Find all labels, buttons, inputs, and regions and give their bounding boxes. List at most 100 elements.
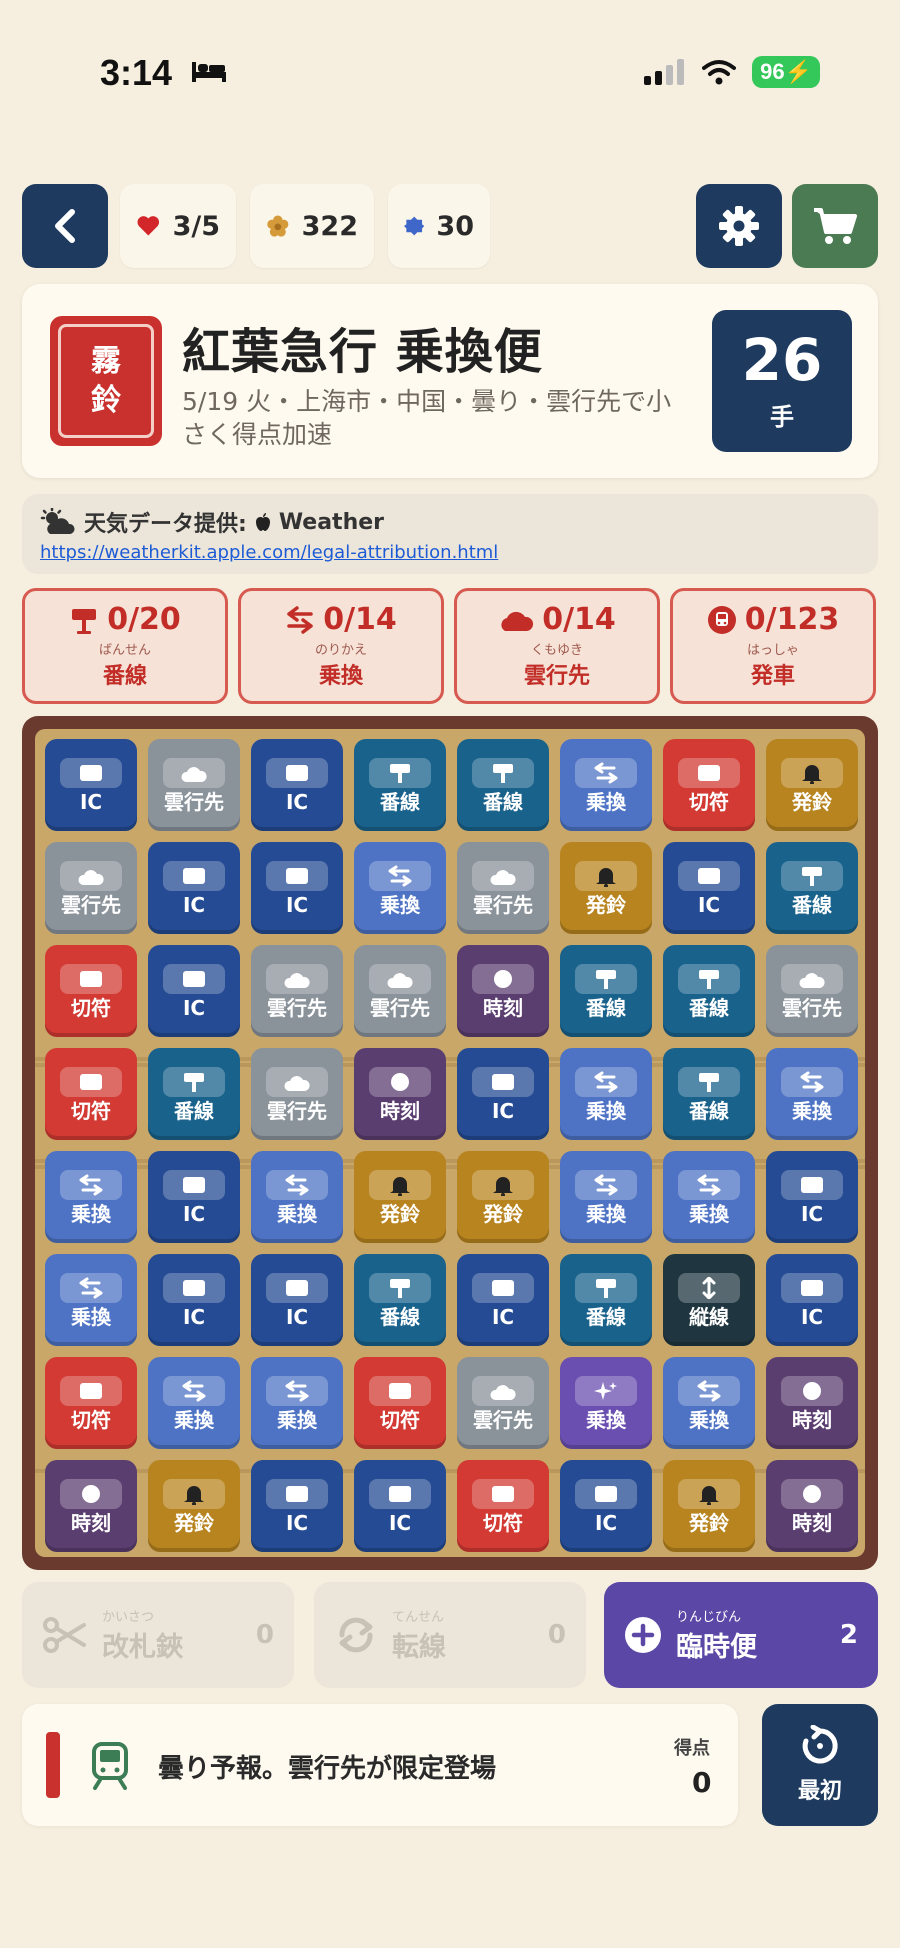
tile-bell[interactable]: 発鈴 [457, 1151, 549, 1243]
tile-plat[interactable]: 番線 [354, 739, 446, 831]
tile-cloud[interactable]: 雲行先 [148, 739, 240, 831]
tile-plat[interactable]: 番線 [354, 1254, 446, 1346]
tile-ic[interactable]: IC [766, 1151, 858, 1243]
tile-xfer[interactable]: 乗換 [766, 1048, 858, 1140]
tile-cloud[interactable]: 雲行先 [354, 945, 446, 1037]
tile-xfer[interactable]: 乗換 [663, 1357, 755, 1449]
tile-ic[interactable]: IC [457, 1048, 549, 1140]
tile-clock[interactable]: 時刻 [354, 1048, 446, 1140]
tile-label: 番線 [380, 1305, 420, 1329]
transfer-icon [266, 1376, 328, 1406]
tile-ticket[interactable]: 切符 [45, 945, 137, 1037]
tile-xfer[interactable]: 乗換 [148, 1357, 240, 1449]
tile-clock[interactable]: 時刻 [766, 1357, 858, 1449]
signpost-icon [678, 964, 740, 994]
heart-icon [137, 216, 160, 236]
tile-bell[interactable]: 発鈴 [148, 1460, 240, 1552]
tile-plat[interactable]: 番線 [560, 1254, 652, 1346]
tile-ic[interactable]: IC [45, 739, 137, 831]
tile-cloud[interactable]: 雲行先 [251, 945, 343, 1037]
goal-progress: 0/20 [107, 602, 181, 637]
tile-label: 切符 [71, 1408, 111, 1432]
plus-icon [625, 1617, 661, 1653]
settings-button[interactable] [696, 184, 782, 268]
tile-ticket[interactable]: 切符 [45, 1357, 137, 1449]
tile-xfer[interactable]: 乗換 [560, 1048, 652, 1140]
goal-platform: 0/20 ばんせん 番線 [22, 588, 228, 704]
tile-spark[interactable]: 乗換 [560, 1357, 652, 1449]
tile-label: IC [491, 1099, 515, 1123]
tile-label: 番線 [586, 1305, 626, 1329]
coins-counter[interactable]: 322 [250, 184, 374, 268]
powerup-count: 0 [255, 1620, 274, 1650]
tile-ic[interactable]: IC [457, 1254, 549, 1346]
powerup-extra-train[interactable]: りんじびん 臨時便 2 [604, 1582, 878, 1688]
tile-label: 切符 [71, 996, 111, 1020]
tile-ic[interactable]: IC [251, 842, 343, 934]
back-button[interactable] [22, 184, 108, 268]
tile-cloud[interactable]: 雲行先 [766, 945, 858, 1037]
tile-ic[interactable]: IC [148, 945, 240, 1037]
gems-counter[interactable]: 30 [388, 184, 490, 268]
tile-label: 乗換 [174, 1408, 214, 1432]
tile-plat[interactable]: 番線 [457, 739, 549, 831]
tile-ic[interactable]: IC [148, 842, 240, 934]
shop-button[interactable] [792, 184, 878, 268]
tile-bell[interactable]: 発鈴 [354, 1151, 446, 1243]
tile-cloud[interactable]: 雲行先 [457, 842, 549, 934]
tile-xfer[interactable]: 乗換 [663, 1151, 755, 1243]
tile-clock[interactable]: 時刻 [457, 945, 549, 1037]
tile-ticket[interactable]: 切符 [45, 1048, 137, 1140]
tile-ic[interactable]: IC [148, 1254, 240, 1346]
tile-plat[interactable]: 番線 [766, 842, 858, 934]
powerup-ticket-punch[interactable]: かいさつ 改札鋏 0 [22, 1582, 294, 1688]
tile-clock[interactable]: 時刻 [766, 1460, 858, 1552]
tile-xfer[interactable]: 乗換 [354, 842, 446, 934]
tile-cloud[interactable]: 雲行先 [251, 1048, 343, 1140]
hearts-counter[interactable]: 3/5 [120, 184, 236, 268]
tile-ic[interactable]: IC [354, 1460, 446, 1552]
tile-ic[interactable]: IC [251, 739, 343, 831]
tile-ticket[interactable]: 切符 [354, 1357, 446, 1449]
coins-value: 322 [301, 210, 358, 242]
cloud-icon [501, 611, 534, 631]
tile-ic[interactable]: IC [560, 1460, 652, 1552]
cloud-icon [472, 1376, 534, 1406]
tile-plat[interactable]: 番線 [148, 1048, 240, 1140]
tile-bell[interactable]: 発鈴 [663, 1460, 755, 1552]
tile-cloud[interactable]: 雲行先 [45, 842, 137, 934]
ic-card-icon [472, 1067, 534, 1097]
tile-xfer[interactable]: 乗換 [251, 1151, 343, 1243]
tile-bell[interactable]: 発鈴 [560, 842, 652, 934]
restart-button[interactable]: 最初 [762, 1704, 878, 1826]
tile-label: 縦線 [689, 1305, 729, 1329]
tile-cloud[interactable]: 雲行先 [457, 1357, 549, 1449]
tile-ic[interactable]: IC [148, 1151, 240, 1243]
weather-legal-link[interactable]: https://weatherkit.apple.com/legal-attri… [40, 542, 498, 563]
message-bar: 曇り予報。雲行先が限定登場 得点 0 [22, 1704, 738, 1826]
tile-grid: IC 雲行先 IC 番線 番線 乗換 切符 発鈴 雲行先 IC IC 乗換 雲行先 発鈴 IC 番線 切符 IC 雲… [45, 739, 858, 1552]
tile-ic[interactable]: IC [766, 1254, 858, 1346]
tile-xfer[interactable]: 乗換 [45, 1254, 137, 1346]
tile-ticket[interactable]: 切符 [457, 1460, 549, 1552]
tile-ic[interactable]: IC [663, 842, 755, 934]
tile-plat[interactable]: 番線 [560, 945, 652, 1037]
tile-plat[interactable]: 番線 [663, 1048, 755, 1140]
tile-ic[interactable]: IC [251, 1460, 343, 1552]
tile-ic[interactable]: IC [251, 1254, 343, 1346]
powerup-track-switch[interactable]: てんせん 転線 0 [314, 1582, 586, 1688]
tile-vert[interactable]: 縦線 [663, 1254, 755, 1346]
signpost-icon [369, 758, 431, 788]
tile-xfer[interactable]: 乗換 [560, 1151, 652, 1243]
tile-plat[interactable]: 番線 [663, 945, 755, 1037]
tile-xfer[interactable]: 乗換 [45, 1151, 137, 1243]
clock-icon [472, 964, 534, 994]
tile-xfer[interactable]: 乗換 [251, 1357, 343, 1449]
tile-label: 雲行先 [164, 790, 224, 814]
tile-clock[interactable]: 時刻 [45, 1460, 137, 1552]
goal-progress: 0/14 [323, 602, 397, 637]
tile-xfer[interactable]: 乗換 [560, 739, 652, 831]
tile-label: 乗換 [380, 893, 420, 917]
tile-bell[interactable]: 発鈴 [766, 739, 858, 831]
tile-ticket[interactable]: 切符 [663, 739, 755, 831]
